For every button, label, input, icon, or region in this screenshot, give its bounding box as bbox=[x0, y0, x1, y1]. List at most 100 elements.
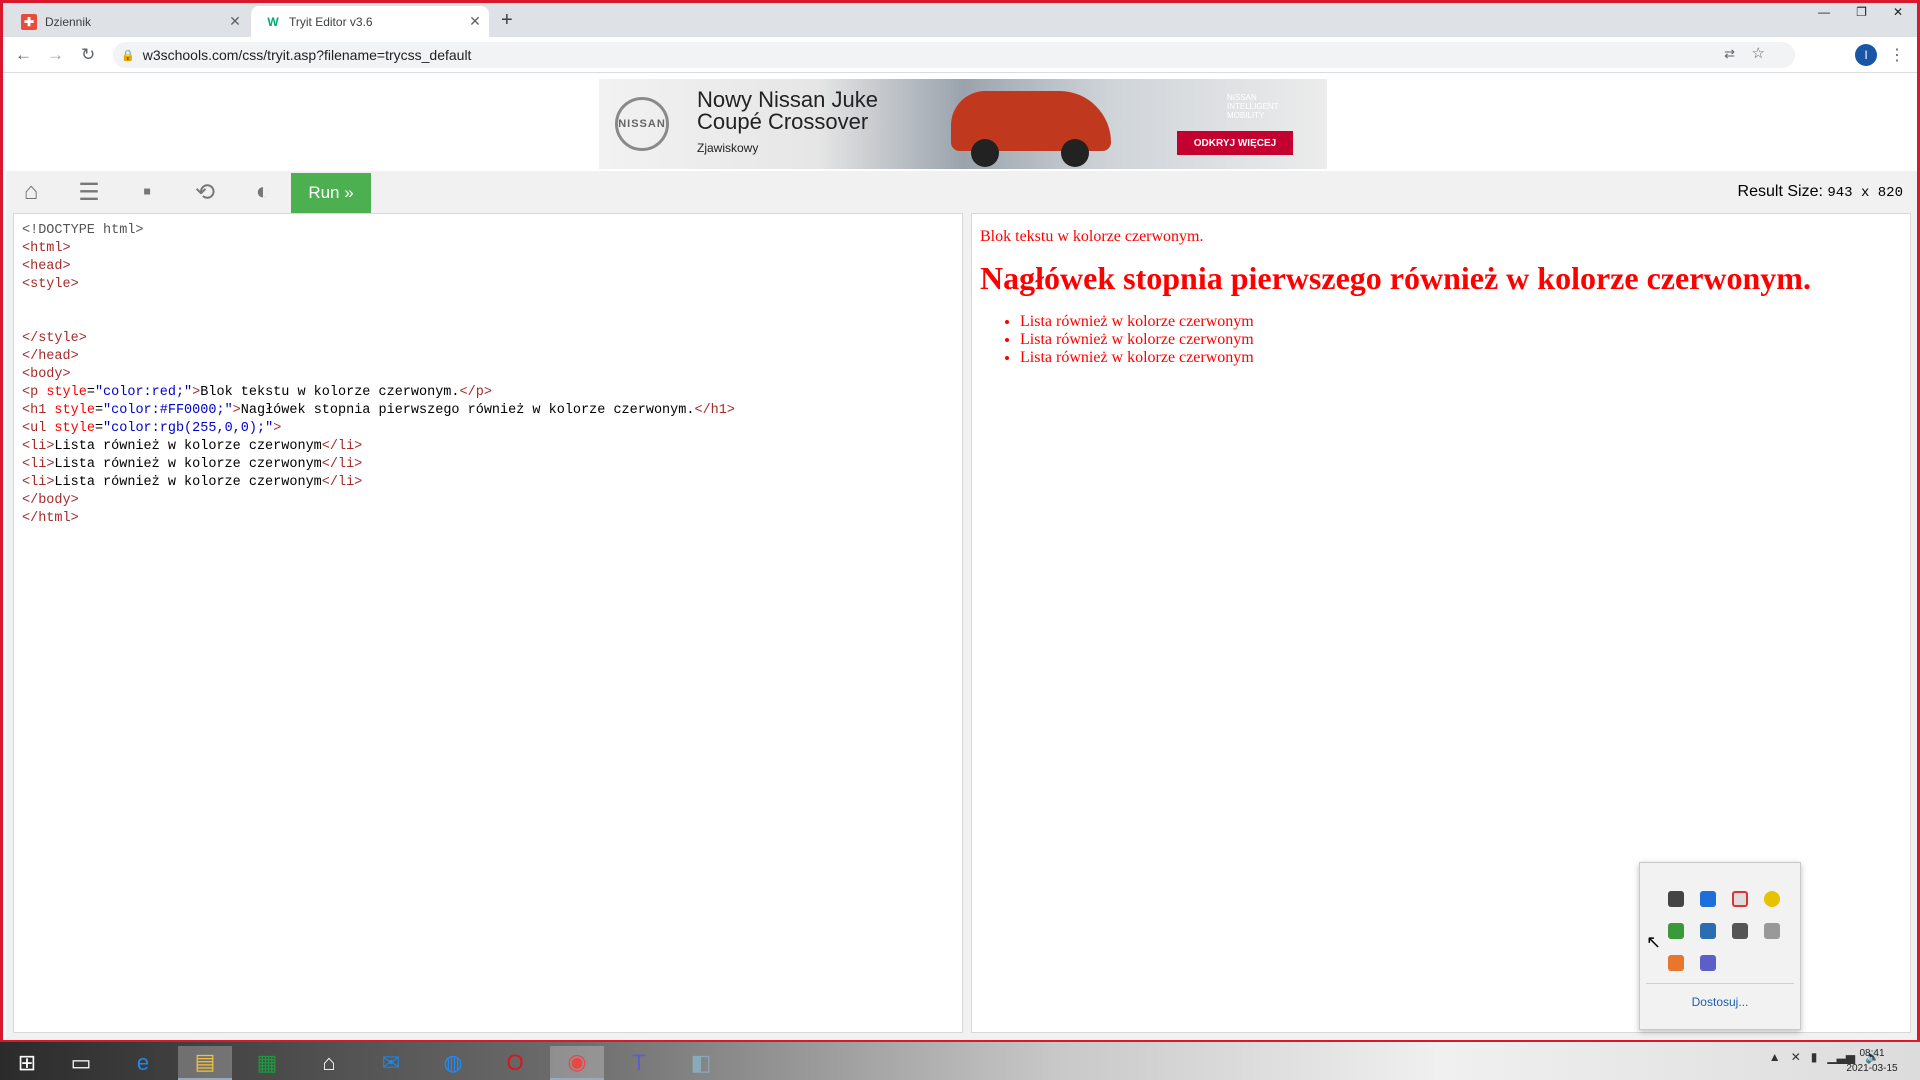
internet-explorer-icon[interactable]: e bbox=[116, 1046, 170, 1080]
profile-avatar[interactable]: I bbox=[1855, 44, 1877, 66]
menu-icon[interactable]: ⋮ bbox=[1889, 45, 1905, 65]
app-tray-icon[interactable] bbox=[1700, 891, 1716, 907]
list-item: Lista również w kolorze czerwonym bbox=[1020, 349, 1902, 367]
app-tray-icon[interactable] bbox=[1700, 923, 1716, 939]
security-tray-icon[interactable] bbox=[1668, 923, 1684, 939]
result-size-label: Result Size: bbox=[1737, 183, 1823, 200]
theme-contrast-icon[interactable]: ◐ bbox=[248, 178, 278, 205]
customize-link[interactable]: Dostosuj... bbox=[1640, 995, 1800, 1009]
home-app-icon[interactable]: ⌂ bbox=[302, 1046, 356, 1080]
code-line[interactable]: <!DOCTYPE html> bbox=[22, 222, 954, 240]
app-icon[interactable]: ◧ bbox=[674, 1046, 728, 1080]
lock-icon[interactable]: 🔒 bbox=[121, 49, 135, 62]
nissan-logo: NISSAN bbox=[615, 97, 669, 151]
code-line[interactable]: <html> bbox=[22, 240, 954, 258]
tab-strip: ✚ Dziennik ✕ W Tryit Editor v3.6 ✕ + — ❐… bbox=[3, 3, 1917, 37]
chrome-icon[interactable]: ◉ bbox=[550, 1046, 604, 1080]
lenovo-icon[interactable]: ▭ bbox=[54, 1046, 108, 1080]
bookmark-star-icon[interactable]: ☆ bbox=[1752, 44, 1765, 62]
tab-title: Tryit Editor v3.6 bbox=[289, 14, 373, 29]
mouse-cursor-icon: ↖ bbox=[1646, 932, 1662, 952]
new-tab-icon[interactable]: + bbox=[501, 9, 513, 32]
taskbar-clock[interactable]: 08:41 2021-03-15 bbox=[1832, 1046, 1912, 1076]
dziennik-icon: ✚ bbox=[21, 13, 37, 30]
app-tray-icon[interactable] bbox=[1732, 923, 1748, 939]
clock-date: 2021-03-15 bbox=[1846, 1063, 1898, 1074]
result-size: Result Size: 943 x 820 bbox=[1738, 183, 1903, 201]
store-icon[interactable]: ▦ bbox=[240, 1046, 294, 1080]
forward-icon[interactable]: → bbox=[47, 45, 64, 65]
app-tray-icon[interactable] bbox=[1764, 923, 1780, 939]
close-icon[interactable]: ✕ bbox=[461, 13, 489, 30]
window-controls: — ❐ ✕ bbox=[1818, 5, 1903, 19]
ad-mobility-text: NISSAN INTELLIGENT MOBILITY bbox=[1227, 93, 1279, 120]
result-size-value: 943 x 820 bbox=[1827, 185, 1903, 201]
code-line[interactable]: </body> bbox=[22, 492, 954, 510]
result-heading: Nagłówek stopnia pierwszego również w ko… bbox=[980, 260, 1811, 296]
teams-tray-icon[interactable] bbox=[1700, 955, 1716, 971]
ad-cta-button[interactable]: ODKRYJ WIĘCEJ bbox=[1177, 131, 1293, 155]
close-icon[interactable]: ✕ bbox=[221, 13, 249, 30]
code-line[interactable] bbox=[22, 312, 954, 330]
clock-time: 08:41 bbox=[1859, 1048, 1885, 1059]
tray-icon-grid bbox=[1660, 883, 1788, 979]
app-tray-icon[interactable] bbox=[1732, 891, 1748, 907]
app-tray-icon[interactable] bbox=[1764, 891, 1780, 907]
home-icon[interactable]: ⌂ bbox=[16, 178, 46, 205]
reload-icon[interactable]: ↻ bbox=[81, 45, 95, 65]
code-line[interactable]: <h1 style="color:#FF0000;">Nagłówek stop… bbox=[22, 402, 954, 420]
close-window-icon[interactable]: ✕ bbox=[1893, 5, 1903, 19]
w3schools-icon: W bbox=[267, 14, 279, 29]
tray-divider bbox=[1646, 983, 1794, 984]
start-icon[interactable]: ⊞ bbox=[0, 1046, 54, 1080]
code-line[interactable]: </style> bbox=[22, 330, 954, 348]
tab-title: Dziennik bbox=[45, 14, 92, 29]
car-image bbox=[951, 91, 1111, 167]
minimize-icon[interactable]: — bbox=[1818, 5, 1830, 19]
taskbar: ⊞ ▭ e ▤ ▦ ⌂ ✉ ◍ O ◉ T ◧ ▲ ✕ ▮ ▁▃▅ 🔊 08:4… bbox=[0, 1040, 1920, 1080]
run-button[interactable]: Run » bbox=[291, 173, 371, 213]
rotate-icon[interactable]: ⟲ bbox=[190, 179, 220, 206]
tryit-toolbar: ⌂ ☰ ▪ ⟲ ◐ Run » Result Size: 943 x 820 bbox=[6, 171, 1917, 213]
edge-icon[interactable]: ◍ bbox=[426, 1046, 480, 1080]
ad-tagline: Zjawiskowy bbox=[697, 141, 759, 155]
code-line[interactable]: <li>Lista również w kolorze czerwonym</l… bbox=[22, 474, 954, 492]
code-editor[interactable]: <!DOCTYPE html> <html> <head> <style> </sty… bbox=[13, 213, 963, 1033]
tab-tryit-editor[interactable]: W Tryit Editor v3.6 ✕ bbox=[251, 6, 489, 37]
code-line[interactable]: <body> bbox=[22, 366, 954, 384]
code-line[interactable]: <head> bbox=[22, 258, 954, 276]
save-icon[interactable]: ▪ bbox=[132, 178, 162, 205]
show-hidden-icons-icon[interactable]: ▲ bbox=[1769, 1050, 1781, 1064]
code-line[interactable]: <p style="color:red;">Blok tekstu w kolo… bbox=[22, 384, 954, 402]
code-line[interactable]: <li>Lista również w kolorze czerwonym</l… bbox=[22, 456, 954, 474]
code-line[interactable]: <ul style="color:rgb(255,0,0);"> bbox=[22, 420, 954, 438]
list-item: Lista również w kolorze czerwonym bbox=[1020, 313, 1902, 331]
teams-icon[interactable]: T bbox=[612, 1046, 666, 1080]
ad-headline-line2: Coupé Crossover bbox=[697, 109, 869, 134]
tab-dziennik[interactable]: ✚ Dziennik ✕ bbox=[7, 6, 249, 37]
code-line[interactable]: <style> bbox=[22, 276, 954, 294]
url-text[interactable]: w3schools.com/css/tryit.asp?filename=try… bbox=[143, 47, 472, 63]
nissan-banner-ad[interactable]: NISSAN Nowy Nissan Juke Coupé Crossover … bbox=[599, 79, 1327, 169]
file-explorer-icon[interactable]: ▤ bbox=[178, 1046, 232, 1080]
menu-bars-icon[interactable]: ☰ bbox=[74, 179, 104, 206]
mail-icon[interactable]: ✉ bbox=[364, 1046, 418, 1080]
translate-icon[interactable]: ⇄ bbox=[1724, 46, 1735, 62]
back-icon[interactable]: ← bbox=[15, 45, 32, 65]
display-tray-icon[interactable] bbox=[1668, 891, 1684, 907]
code-line[interactable]: <li>Lista również w kolorze czerwonym</l… bbox=[22, 438, 954, 456]
address-bar-row: ← → ↻ 🔒 w3schools.com/css/tryit.asp?file… bbox=[3, 37, 1917, 73]
network-error-icon[interactable]: ✕ bbox=[1791, 1050, 1801, 1064]
battery-icon[interactable]: ▮ bbox=[1811, 1050, 1818, 1064]
address-bar[interactable]: 🔒 w3schools.com/css/tryit.asp?filename=t… bbox=[113, 42, 1795, 68]
result-list: Lista również w kolorze czerwonym Lista … bbox=[980, 313, 1902, 367]
opera-icon[interactable]: O bbox=[488, 1046, 542, 1080]
restore-icon[interactable]: ❐ bbox=[1856, 5, 1867, 19]
code-line[interactable]: </head> bbox=[22, 348, 954, 366]
browser-window: ✚ Dziennik ✕ W Tryit Editor v3.6 ✕ + — ❐… bbox=[0, 0, 1920, 1040]
code-line[interactable]: </html> bbox=[22, 510, 954, 528]
code-line[interactable] bbox=[22, 294, 954, 312]
result-paragraph: Blok tekstu w kolorze czerwonym. bbox=[980, 228, 1204, 245]
app-tray-icon[interactable] bbox=[1668, 955, 1684, 971]
ad-headline: Nowy Nissan Juke Coupé Crossover bbox=[697, 89, 878, 133]
